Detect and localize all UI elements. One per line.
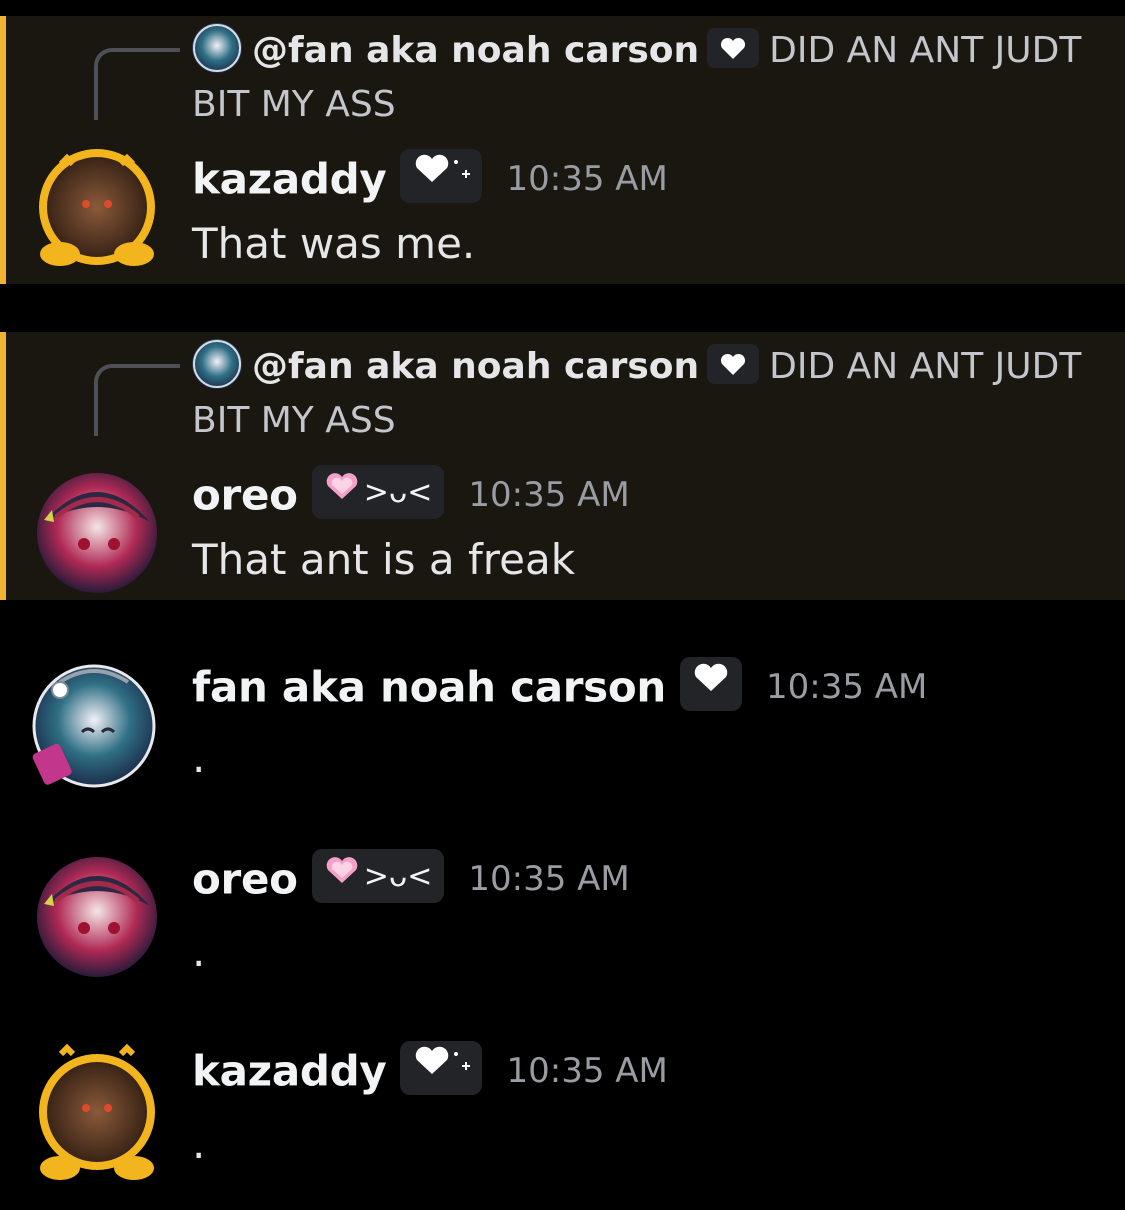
message-content: That ant is a freak <box>192 535 576 584</box>
pink-heart-icon <box>324 466 360 520</box>
avatar[interactable] <box>30 662 158 790</box>
reply-author-avatar <box>192 23 242 73</box>
message-item[interactable]: fan aka noah carson 10:35 AM . <box>0 640 1125 810</box>
timestamp: 10:35 AM <box>506 1051 668 1091</box>
user-tag-text: >ᴗ< <box>363 858 433 894</box>
white-heart-sparkle-icon <box>412 150 471 204</box>
timestamp: 10:35 AM <box>506 159 668 199</box>
white-heart-icon <box>707 28 760 68</box>
message-content: . <box>192 1119 206 1168</box>
message-content: That was me. <box>192 219 476 268</box>
username[interactable]: oreo <box>192 471 298 520</box>
white-heart-icon <box>692 658 730 712</box>
avatar[interactable] <box>36 1036 158 1186</box>
reply-author[interactable]: @fan aka noah carson <box>252 30 699 71</box>
timestamp: 10:35 AM <box>468 859 630 899</box>
message-item[interactable]: oreo >ᴗ< 10:35 AM . <box>0 832 1125 1002</box>
avatar[interactable] <box>36 856 158 978</box>
reply-text-line2: BIT MY ASS <box>192 84 396 125</box>
message-header: kazaddy 10:35 AM <box>192 1041 668 1100</box>
reply-text-line1: DID AN ANT JUDT <box>769 30 1082 71</box>
reply-author-avatar <box>192 339 242 389</box>
message-header: fan aka noah carson 10:35 AM <box>192 657 928 716</box>
user-tag-text: >ᴗ< <box>363 474 433 510</box>
username[interactable]: fan aka noah carson <box>192 663 666 712</box>
reply-connector <box>94 48 180 120</box>
message-content: . <box>192 733 206 782</box>
white-heart-icon <box>707 344 760 384</box>
white-heart-sparkle-icon <box>412 1042 471 1096</box>
username[interactable]: oreo <box>192 855 298 904</box>
reply-author[interactable]: @fan aka noah carson <box>252 346 699 387</box>
timestamp: 10:35 AM <box>766 667 928 707</box>
reply-connector <box>94 364 180 436</box>
user-tag[interactable] <box>400 1041 483 1096</box>
user-tag[interactable] <box>400 149 483 204</box>
username[interactable]: kazaddy <box>192 155 387 204</box>
message-header: oreo >ᴗ< 10:35 AM <box>192 849 630 908</box>
pink-heart-icon <box>324 850 360 904</box>
chat-message-list: @fan aka noah carson DID AN ANT JUDT BIT… <box>0 0 1125 1210</box>
username[interactable]: kazaddy <box>192 1047 387 1096</box>
message-header: kazaddy 10:35 AM <box>192 149 668 208</box>
message-header: oreo >ᴗ< 10:35 AM <box>192 465 630 524</box>
avatar[interactable] <box>36 146 158 268</box>
reply-preview[interactable]: @fan aka noah carson DID AN ANT JUDT BIT… <box>192 23 1082 132</box>
reply-text-line1: DID AN ANT JUDT <box>769 346 1082 387</box>
message-item[interactable]: kazaddy 10:35 AM . <box>0 1024 1125 1204</box>
reply-text-line2: BIT MY ASS <box>192 400 396 441</box>
user-tag[interactable]: >ᴗ< <box>311 849 445 904</box>
timestamp: 10:35 AM <box>468 475 630 515</box>
user-tag[interactable] <box>680 657 742 711</box>
avatar[interactable] <box>36 472 158 594</box>
message-item[interactable]: @fan aka noah carson DID AN ANT JUDT BIT… <box>0 332 1125 600</box>
reply-preview[interactable]: @fan aka noah carson DID AN ANT JUDT BIT… <box>192 339 1082 448</box>
message-content: . <box>192 927 206 976</box>
user-tag[interactable]: >ᴗ< <box>311 465 445 520</box>
message-item[interactable]: @fan aka noah carson DID AN ANT JUDT BIT… <box>0 16 1125 284</box>
